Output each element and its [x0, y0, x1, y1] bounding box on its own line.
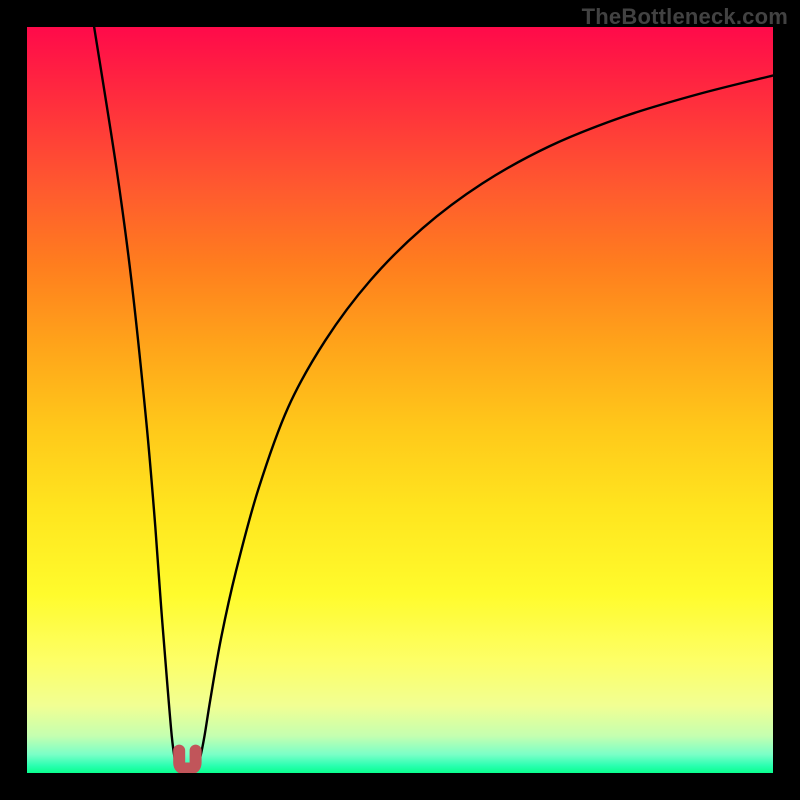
plot-area — [27, 27, 773, 773]
chart-frame: TheBottleneck.com — [0, 0, 800, 800]
curve-overlay — [27, 27, 773, 773]
minimum-notch-marker — [179, 751, 195, 769]
curve-right — [197, 75, 773, 767]
curve-left — [94, 27, 178, 767]
